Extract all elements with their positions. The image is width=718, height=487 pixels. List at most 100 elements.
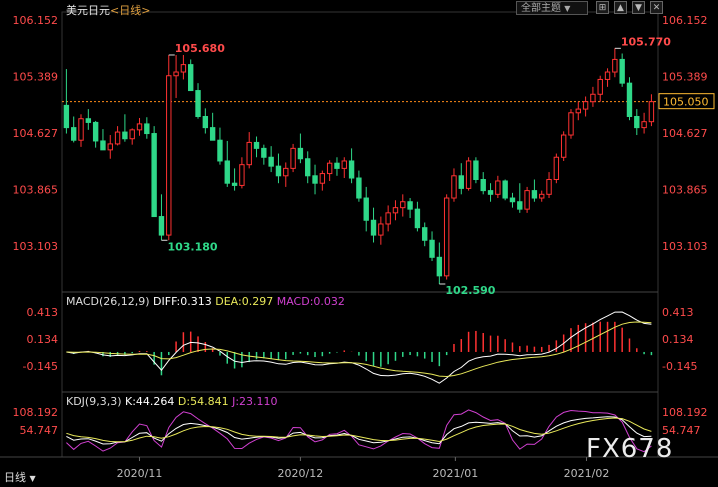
candle-body	[582, 101, 589, 110]
candle-body	[100, 140, 106, 151]
candle-body	[202, 115, 209, 129]
plot-frame	[61, 11, 659, 458]
price-chart[interactable]: 106.152 106.152 105.389 105.389 104.627 104.6…	[0, 0, 718, 486]
y-tick-left: 105.389	[13, 71, 59, 84]
candle-body	[253, 141, 260, 149]
y-tick-right: 103.865	[662, 184, 708, 197]
macd-tick-left: 0.413	[27, 306, 59, 319]
candle-body	[136, 123, 143, 131]
candle-body	[378, 223, 384, 236]
candle-body	[114, 131, 121, 145]
candle-body	[92, 121, 99, 142]
chevron-down-icon: ▼	[564, 4, 571, 13]
candle-body	[261, 147, 267, 158]
kdj-d: D:54.841	[177, 395, 229, 408]
macd-dea: DEA:0.297	[215, 295, 274, 308]
y-tick-right: 104.627	[662, 127, 708, 140]
candle-body	[348, 160, 355, 179]
macd-tick-left: 0.134	[27, 333, 59, 346]
chevron-down-icon: ▼	[29, 474, 36, 483]
y-tick-right: 106.152	[662, 14, 708, 27]
tab-daily[interactable]: 日线 ▼	[0, 470, 50, 486]
kdj-header: KDJ(9,3,3) K:44.264 D:54.841 J:23.110	[66, 395, 278, 408]
candle-body	[334, 162, 340, 169]
candle-body	[85, 118, 92, 123]
x-tick-label: 2020/12	[278, 467, 324, 480]
candle-body	[268, 156, 274, 167]
candle-body	[107, 143, 113, 151]
macd-value: MACD:0.032	[276, 295, 345, 308]
candle-body	[407, 201, 413, 210]
kdj-label: KDJ(9,3,3)	[66, 395, 122, 408]
kdj-tick-left: 54.747	[20, 424, 59, 437]
candle-body	[63, 104, 70, 129]
candle-body	[275, 165, 282, 177]
candle-body	[590, 93, 596, 103]
candle-body	[465, 160, 472, 189]
candle-body	[502, 180, 508, 199]
candle-body	[129, 129, 135, 140]
x-tick-label: 2020/11	[117, 467, 163, 480]
y-tick-left: 104.627	[13, 127, 59, 140]
candle-body	[385, 212, 391, 225]
candle-body	[531, 190, 538, 199]
candle-body	[188, 64, 194, 92]
arrow-down-icon[interactable]: ▼	[632, 1, 645, 14]
macd-tick-right: 0.413	[662, 306, 694, 319]
chart-window: 106.152 106.152 105.389 105.389 104.627 104.6…	[0, 0, 718, 486]
y-tick-right: 105.389	[662, 71, 708, 84]
candle-body	[429, 239, 435, 258]
candle-body	[473, 160, 479, 180]
current-price-label: 105.050	[663, 96, 709, 109]
price-annotation: 102.590	[445, 284, 495, 297]
candle-body	[414, 208, 421, 229]
price-annotation: 105.770	[621, 35, 671, 48]
y-tick-right: 103.103	[662, 240, 708, 253]
expand-icon[interactable]: ⊞	[596, 1, 609, 14]
candle-body	[458, 175, 464, 189]
candle-body	[619, 58, 625, 84]
kdj-j-line	[66, 409, 652, 453]
candle-body	[634, 115, 640, 129]
symbol-name: 美元日元	[66, 4, 110, 17]
candle-body	[509, 197, 516, 203]
x-tick-label: 2021/02	[564, 467, 610, 480]
price-annotation: 105.680	[175, 42, 225, 55]
y-tick-left: 103.103	[13, 240, 59, 253]
macd-tick-right: -0.145	[662, 360, 697, 373]
candle-body	[553, 156, 560, 180]
candle-body	[422, 227, 428, 241]
candle-body	[217, 139, 223, 162]
candle-body	[209, 127, 216, 141]
candle-body	[319, 173, 326, 184]
candle-body	[224, 160, 230, 184]
macd-header: MACD(26,12,9) DIFF:0.313 DEA:0.297 MACD:…	[66, 295, 345, 308]
chart-title: 美元日元<日线>	[66, 2, 150, 18]
macd-tick-left: -0.145	[23, 360, 58, 373]
candle-body	[231, 182, 238, 186]
y-tick-left: 103.865	[13, 184, 59, 197]
tab-daily-label: 日线	[4, 471, 26, 484]
candle-body	[451, 175, 457, 199]
y-tick-left: 106.152	[13, 14, 59, 27]
kdj-tick-right: 108.192	[662, 406, 708, 419]
candle-body	[180, 64, 187, 73]
price-annotation: 103.180	[167, 240, 217, 253]
period-label: <日线>	[110, 4, 151, 17]
candle-body	[283, 167, 289, 177]
candle-body	[641, 121, 647, 129]
candle-body	[517, 201, 523, 210]
candle-body	[524, 190, 530, 210]
theme-dropdown[interactable]: 全部主题 ▼	[516, 1, 588, 15]
candle-body	[487, 190, 494, 195]
candle-body	[158, 216, 165, 236]
arrow-up-icon[interactable]: ▲	[614, 1, 627, 14]
close-icon[interactable]: ✕	[650, 1, 663, 14]
kdj-tick-left: 108.192	[13, 406, 59, 419]
candle-body	[78, 118, 84, 141]
candle-body	[173, 71, 179, 77]
candle-body	[312, 175, 318, 184]
candle-body	[568, 112, 574, 136]
candle-body	[370, 219, 377, 236]
candle-body	[71, 127, 77, 141]
